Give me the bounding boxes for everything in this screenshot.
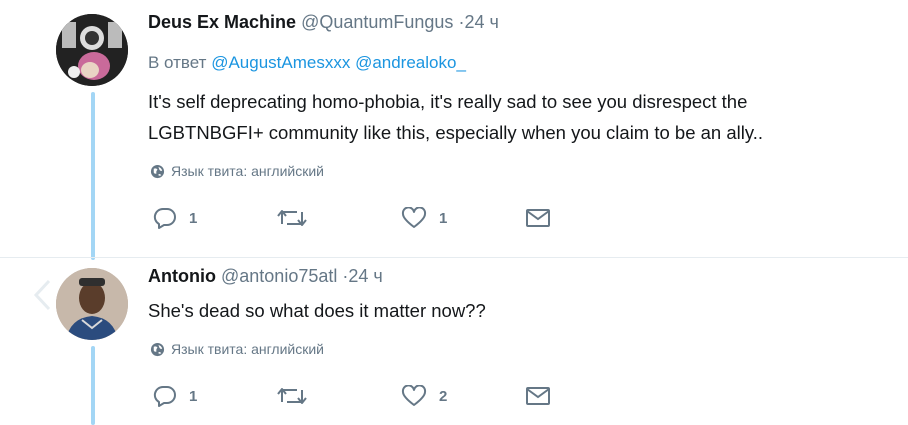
avatar[interactable] bbox=[56, 14, 128, 86]
reply-button[interactable]: 1 bbox=[153, 385, 277, 407]
reply-count: 1 bbox=[189, 209, 198, 227]
envelope-icon bbox=[525, 208, 551, 228]
tweet-header: Deus Ex Machine @QuantumFungus ·24 ч bbox=[148, 12, 499, 33]
tweet[interactable]: Deus Ex Machine @QuantumFungus ·24 ч В о… bbox=[0, 0, 908, 260]
timestamp[interactable]: ·24 ч bbox=[458, 12, 498, 32]
tweet-text-line: It's self deprecating homo-phobia, it's … bbox=[148, 91, 748, 112]
tweet-header: Antonio @antonio75atl ·24 ч bbox=[148, 266, 383, 287]
like-count: 2 bbox=[439, 387, 448, 405]
tweet-language: Язык твита: английский bbox=[150, 341, 324, 357]
mention-link[interactable]: @andrealoko_ bbox=[355, 53, 466, 72]
language-label[interactable]: Язык твита: английский bbox=[171, 163, 324, 179]
like-count: 1 bbox=[439, 209, 448, 227]
reply-context: В ответ @AugustAmesxxx @andrealoko_ bbox=[148, 53, 466, 73]
tweet-text: She's dead so what does it matter now?? bbox=[148, 295, 888, 326]
language-label[interactable]: Язык твита: английский bbox=[171, 341, 324, 357]
author-name[interactable]: Antonio bbox=[148, 266, 216, 286]
envelope-icon bbox=[525, 386, 551, 406]
mention-link[interactable]: @AugustAmesxxx bbox=[211, 53, 350, 72]
retweet-icon bbox=[277, 385, 307, 407]
heart-icon bbox=[401, 385, 427, 407]
retweet-button[interactable] bbox=[277, 207, 401, 229]
reply-prefix: В ответ bbox=[148, 53, 207, 72]
reply-button[interactable]: 1 bbox=[153, 207, 277, 229]
retweet-icon bbox=[277, 207, 307, 229]
author-handle[interactable]: @QuantumFungus bbox=[301, 12, 453, 32]
tweet-actions: 1 2 bbox=[153, 385, 649, 407]
tweet[interactable]: Antonio @antonio75atl ·24 ч She's dead s… bbox=[0, 258, 908, 425]
dm-button[interactable] bbox=[525, 208, 649, 228]
timestamp[interactable]: ·24 ч bbox=[342, 266, 382, 286]
avatar[interactable] bbox=[56, 268, 128, 340]
tweet-text-line: LGBTNBGFI+ community like this, especial… bbox=[148, 122, 764, 143]
like-button[interactable]: 2 bbox=[401, 385, 525, 407]
reply-icon bbox=[153, 207, 177, 229]
reply-count: 1 bbox=[189, 387, 198, 405]
heart-icon bbox=[401, 207, 427, 229]
globe-icon bbox=[150, 164, 165, 179]
tweet-text: It's self deprecating homo-phobia, it's … bbox=[148, 86, 888, 148]
author-name[interactable]: Deus Ex Machine bbox=[148, 12, 296, 32]
dm-button[interactable] bbox=[525, 386, 649, 406]
reply-icon bbox=[153, 385, 177, 407]
retweet-button[interactable] bbox=[277, 385, 401, 407]
like-button[interactable]: 1 bbox=[401, 207, 525, 229]
tweet-text-line: She's dead so what does it matter now?? bbox=[148, 300, 486, 321]
tweet-actions: 1 1 bbox=[153, 207, 649, 229]
author-handle[interactable]: @antonio75atl bbox=[221, 266, 337, 286]
tweet-language: Язык твита: английский bbox=[150, 163, 324, 179]
globe-icon bbox=[150, 342, 165, 357]
